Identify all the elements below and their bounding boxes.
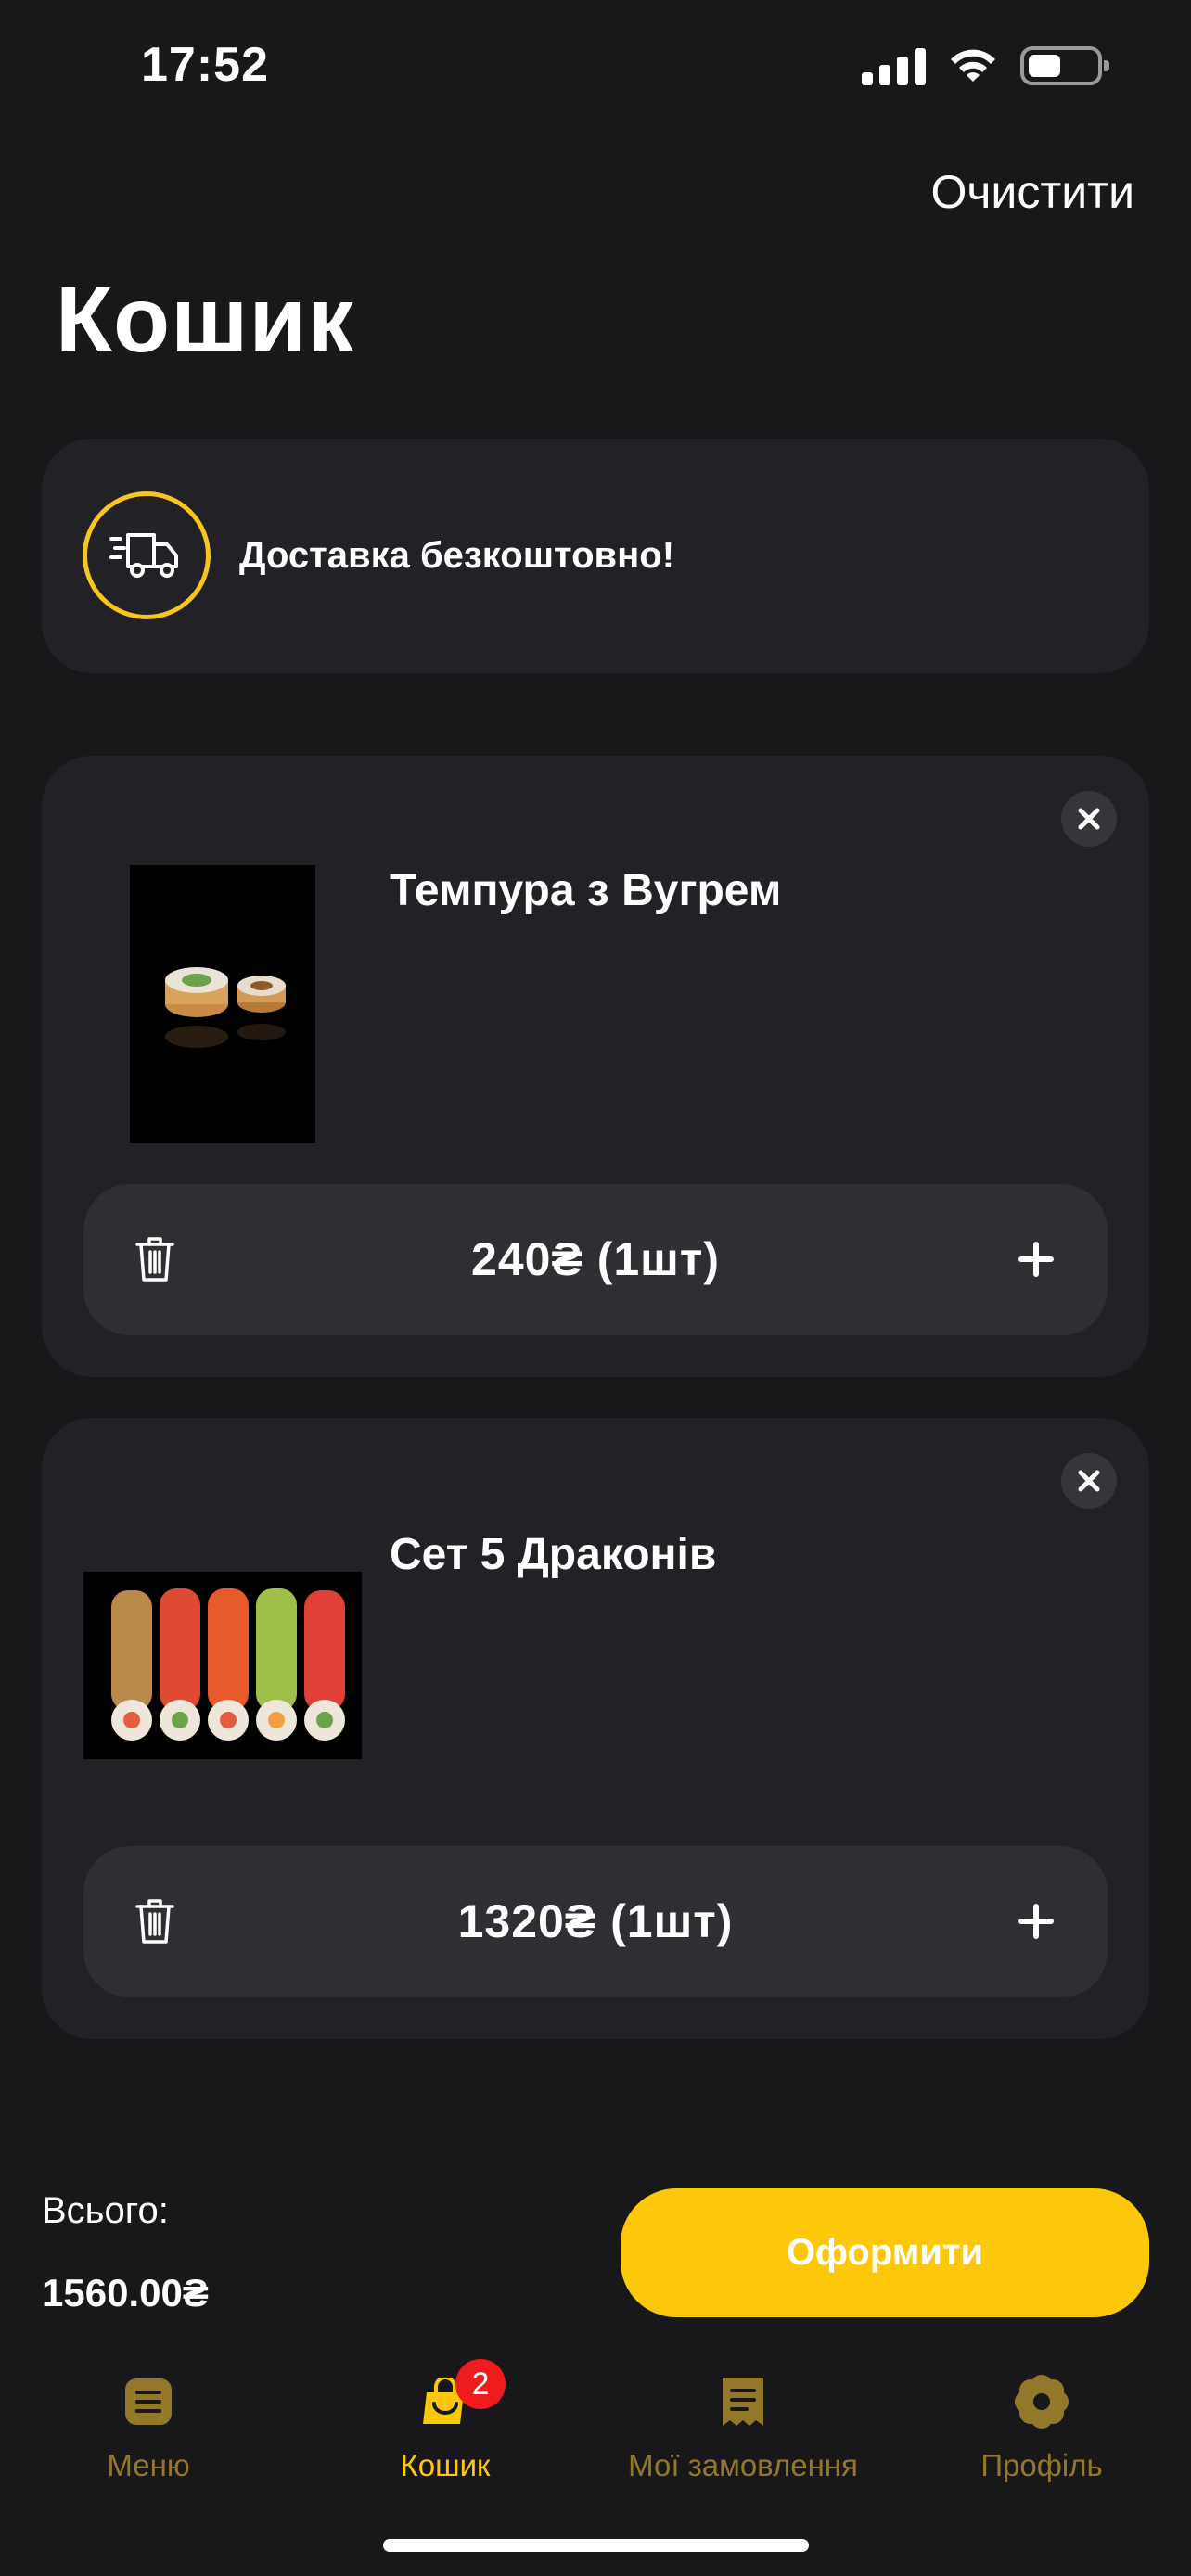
home-indicator[interactable]: [383, 2539, 809, 2552]
page-title: Кошик: [56, 268, 354, 372]
total-value: 1560.00₴: [42, 2271, 209, 2315]
flower-icon: [1015, 2375, 1069, 2429]
checkout-button[interactable]: Оформити: [621, 2188, 1149, 2317]
plus-icon[interactable]: [1018, 1904, 1054, 1939]
quantity-bar: 240₴ (1шт): [83, 1184, 1108, 1335]
plus-icon[interactable]: [1018, 1242, 1054, 1277]
price-quantity: 240₴ (1шт): [83, 1232, 1108, 1286]
wifi-icon: [951, 49, 995, 82]
tab-label: Мої замовлення: [628, 2448, 858, 2482]
close-icon: [1078, 1470, 1100, 1492]
remove-item-button[interactable]: [1061, 1453, 1117, 1509]
close-icon: [1078, 808, 1100, 830]
receipt-icon: [723, 2378, 763, 2426]
cart-screen: 17:52 Очистити Кошик Доставка безкоштовн…: [0, 0, 1191, 2576]
tab-menu[interactable]: Меню: [0, 2355, 297, 2483]
product-name: Сет 5 Драконів: [390, 1530, 717, 1579]
tab-label: Профіль: [980, 2448, 1103, 2482]
delivery-text: Доставка безкоштовно!: [239, 535, 675, 576]
tab-cart[interactable]: 2 Кошик: [297, 2355, 594, 2483]
cart-count-badge: 2: [455, 2359, 506, 2409]
cart-item: Сет 5 Драконів 1320₴ (1шт): [42, 1418, 1149, 2039]
delivery-truck-icon: [83, 491, 211, 619]
status-icons: [862, 46, 1109, 85]
clear-cart-button[interactable]: Очистити: [930, 165, 1134, 219]
quantity-bar: 1320₴ (1шт): [83, 1846, 1108, 1997]
total-label: Всього:: [42, 2190, 169, 2231]
tab-orders[interactable]: Мої замовлення: [595, 2355, 891, 2483]
remove-item-button[interactable]: [1061, 791, 1117, 847]
tab-bar: Меню 2 Кошик Мої замовлення Профіль: [0, 2355, 1191, 2522]
delivery-banner: Доставка безкоштовно!: [42, 439, 1149, 673]
tab-profile[interactable]: Профіль: [893, 2355, 1190, 2483]
product-name: Темпура з Вугрем: [390, 866, 782, 915]
tab-label: Меню: [107, 2448, 190, 2482]
tab-label: Кошик: [400, 2448, 491, 2482]
product-image: [130, 865, 315, 1143]
status-time: 17:52: [141, 38, 269, 92]
price-quantity: 1320₴ (1шт): [83, 1894, 1108, 1948]
signal-icon: [862, 46, 926, 85]
item-price: 240₴: [471, 1233, 583, 1285]
menu-icon: [125, 2378, 172, 2425]
product-image: [83, 1572, 362, 1759]
cart-item: Темпура з Вугрем 240₴ (1шт): [42, 756, 1149, 1377]
item-quantity: (1шт): [610, 1895, 734, 1947]
item-price: 1320₴: [457, 1895, 597, 1947]
battery-icon: [1020, 46, 1109, 85]
item-quantity: (1шт): [596, 1233, 720, 1285]
